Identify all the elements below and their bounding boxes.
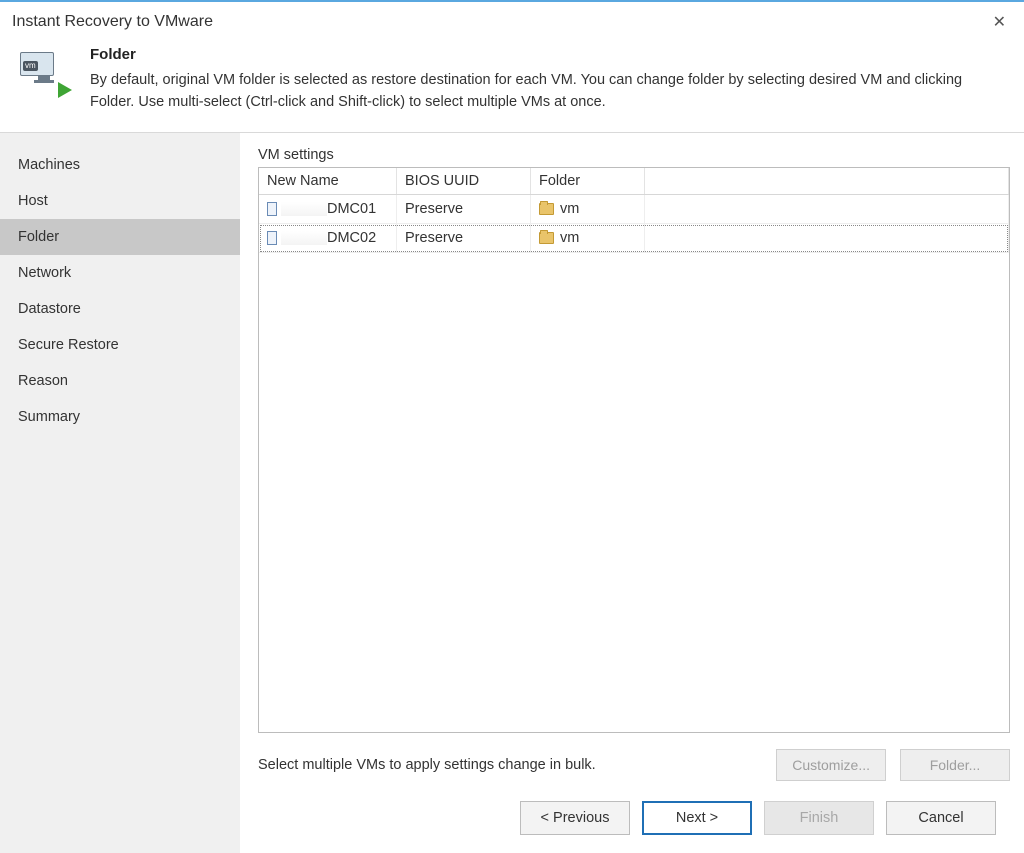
sidebar-item-label: Folder — [18, 229, 59, 245]
table-row[interactable]: DMC01 Preserve vm — [259, 195, 1009, 224]
section-label: VM settings — [258, 147, 1010, 163]
folder-icon — [539, 203, 554, 215]
cancel-button[interactable]: Cancel — [886, 801, 996, 835]
next-button[interactable]: Next > — [642, 801, 752, 835]
vm-icon — [267, 202, 277, 216]
wizard-footer: < Previous Next > Finish Cancel — [258, 787, 1010, 853]
wizard-heading: Folder — [90, 46, 1010, 63]
wizard-step-icon: vm — [20, 52, 68, 100]
wizard-steps-sidebar: Machines Host Folder Network Datastore S… — [0, 133, 240, 853]
wizard-description: By default, original VM folder is select… — [90, 69, 1010, 114]
table-header-row: New Name BIOS UUID Folder — [259, 168, 1009, 195]
vm-icon — [267, 231, 277, 245]
bulk-hint: Select multiple VMs to apply settings ch… — [258, 757, 596, 773]
folder-button[interactable]: Folder... — [900, 749, 1010, 781]
folder-icon — [539, 232, 554, 244]
vm-name-suffix: DMC01 — [327, 201, 376, 217]
redacted-name-prefix — [281, 202, 327, 216]
col-header-spacer — [645, 168, 1009, 194]
sidebar-item-label: Secure Restore — [18, 337, 119, 353]
table-row[interactable]: DMC02 Preserve vm — [259, 224, 1009, 253]
col-header-name[interactable]: New Name — [259, 168, 397, 194]
vm-settings-table[interactable]: New Name BIOS UUID Folder DMC01 Preserve… — [258, 167, 1010, 733]
sidebar-item-network[interactable]: Network — [0, 255, 240, 291]
wizard-header: vm Folder By default, original VM folder… — [0, 38, 1024, 132]
cell-uuid: Preserve — [397, 224, 531, 252]
sidebar-item-host[interactable]: Host — [0, 183, 240, 219]
sidebar-item-label: Datastore — [18, 301, 81, 317]
window-title: Instant Recovery to VMware — [12, 13, 213, 31]
sidebar-item-summary[interactable]: Summary — [0, 399, 240, 435]
sidebar-item-label: Reason — [18, 373, 68, 389]
sidebar-item-reason[interactable]: Reason — [0, 363, 240, 399]
col-header-folder[interactable]: Folder — [531, 168, 645, 194]
sidebar-item-label: Network — [18, 265, 71, 281]
sidebar-item-label: Machines — [18, 157, 80, 173]
cell-folder: vm — [531, 224, 645, 252]
cell-name: DMC02 — [259, 224, 397, 252]
close-icon[interactable]: ✕ — [987, 10, 1012, 34]
redacted-name-prefix — [281, 231, 327, 245]
finish-button: Finish — [764, 801, 874, 835]
vm-name-suffix: DMC02 — [327, 230, 376, 246]
cell-uuid: Preserve — [397, 195, 531, 223]
cell-folder: vm — [531, 195, 645, 223]
sidebar-item-secure-restore[interactable]: Secure Restore — [0, 327, 240, 363]
previous-button[interactable]: < Previous — [520, 801, 630, 835]
col-header-uuid[interactable]: BIOS UUID — [397, 168, 531, 194]
cell-name: DMC01 — [259, 195, 397, 223]
sidebar-item-machines[interactable]: Machines — [0, 147, 240, 183]
sidebar-item-label: Host — [18, 193, 48, 209]
sidebar-item-datastore[interactable]: Datastore — [0, 291, 240, 327]
sidebar-item-folder[interactable]: Folder — [0, 219, 240, 255]
sidebar-item-label: Summary — [18, 409, 80, 425]
customize-button[interactable]: Customize... — [776, 749, 886, 781]
titlebar: Instant Recovery to VMware ✕ — [0, 2, 1024, 38]
